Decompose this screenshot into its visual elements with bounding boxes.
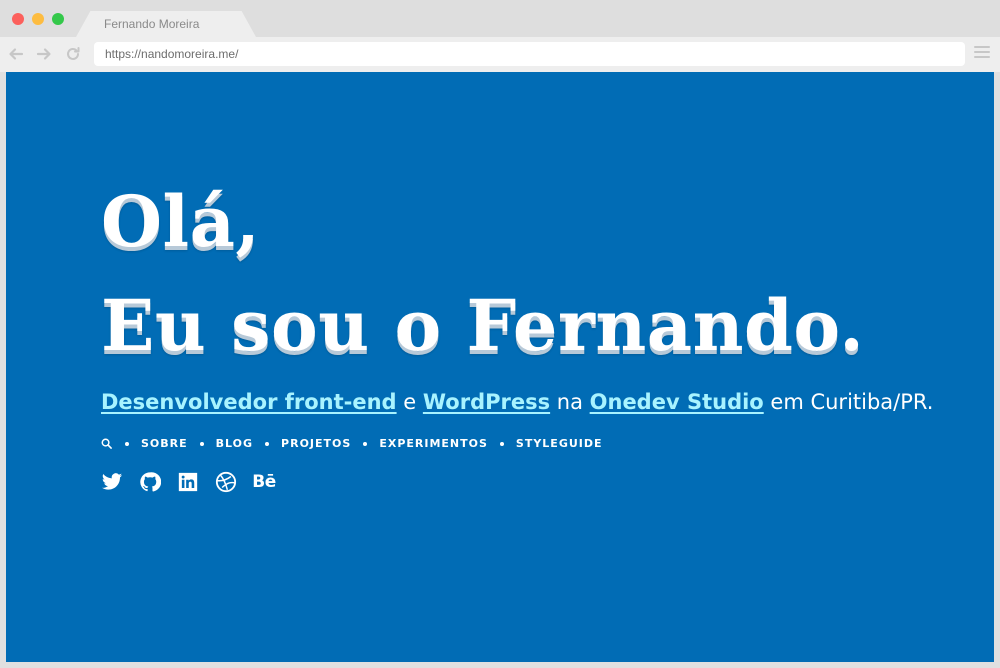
nav-separator xyxy=(199,441,204,446)
address-bar[interactable]: https://nandomoreira.me/ xyxy=(94,42,965,66)
arrow-right-icon xyxy=(36,48,51,60)
hero-line-1: Olá, xyxy=(101,180,261,263)
browser-tab[interactable]: Fernando Moreira xyxy=(76,11,256,37)
browser-menu-button[interactable] xyxy=(974,46,990,62)
url-text: https://nandomoreira.me/ xyxy=(105,47,239,61)
hero-line-2: Eu sou o Fernando. xyxy=(101,284,865,367)
hero-heading: Olá, Eu sou o Fernando. xyxy=(101,170,864,378)
linkedin-icon[interactable] xyxy=(177,471,199,493)
page-viewport: Olá, Eu sou o Fernando. Desenvolvedor fr… xyxy=(6,72,994,662)
search-icon[interactable] xyxy=(101,438,113,450)
minimize-window-button[interactable] xyxy=(32,13,44,25)
behance-icon[interactable]: Bē xyxy=(252,471,276,493)
social-links: Bē xyxy=(101,471,276,493)
maximize-window-button[interactable] xyxy=(52,13,64,25)
back-button[interactable] xyxy=(7,45,25,63)
dribbble-icon[interactable] xyxy=(215,471,237,493)
nav-separator xyxy=(363,441,368,446)
main-nav: SOBRE BLOG PROJETOS EXPERIMENTOS STYLEGU… xyxy=(101,437,603,450)
nav-item-projetos[interactable]: PROJETOS xyxy=(281,437,351,450)
link-frontend[interactable]: Desenvolvedor front-end xyxy=(101,390,397,414)
github-icon[interactable] xyxy=(139,471,161,493)
nav-item-experimentos[interactable]: EXPERIMENTOS xyxy=(379,437,488,450)
tab-title: Fernando Moreira xyxy=(104,17,200,31)
nav-item-sobre[interactable]: SOBRE xyxy=(141,437,188,450)
close-window-button[interactable] xyxy=(12,13,24,25)
reload-button[interactable] xyxy=(64,45,82,63)
window-controls xyxy=(12,13,64,25)
reload-icon xyxy=(67,47,80,60)
browser-titlebar: Fernando Moreira xyxy=(0,0,1000,37)
arrow-left-icon xyxy=(9,48,24,60)
nav-separator xyxy=(499,441,504,446)
nav-separator xyxy=(265,441,270,446)
link-wordpress[interactable]: WordPress xyxy=(423,390,550,414)
nav-separator xyxy=(125,441,129,446)
hamburger-icon xyxy=(974,46,990,48)
browser-toolbar: https://nandomoreira.me/ xyxy=(0,37,1000,72)
link-onedev[interactable]: Onedev Studio xyxy=(590,390,764,414)
nav-item-styleguide[interactable]: STYLEGUIDE xyxy=(516,437,603,450)
twitter-icon[interactable] xyxy=(101,471,123,493)
forward-button[interactable] xyxy=(35,45,53,63)
nav-item-blog[interactable]: BLOG xyxy=(216,437,253,450)
intro-text: Desenvolvedor front-end e WordPress na O… xyxy=(101,390,934,414)
